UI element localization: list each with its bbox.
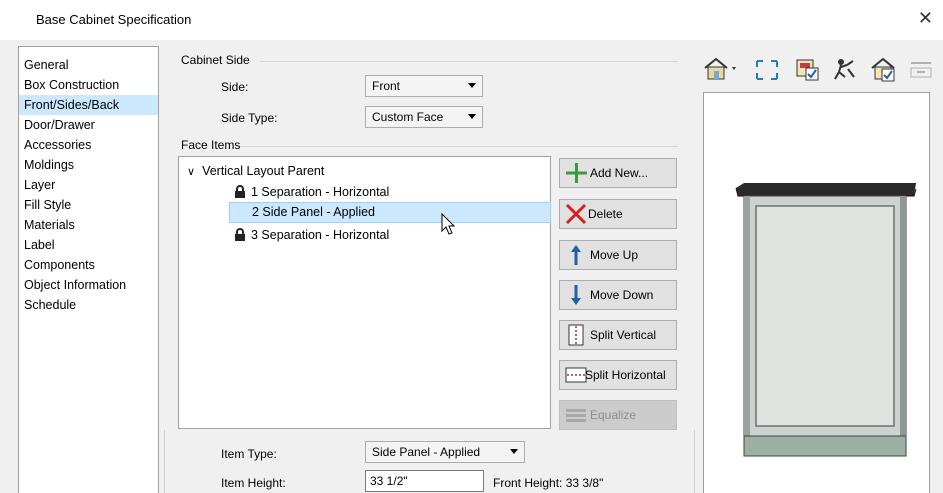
cabinet-3d-preview [735, 183, 917, 457]
tree-item-label: 1 Separation - Horizontal [251, 185, 390, 199]
show-all-icon[interactable] [908, 55, 934, 83]
dropdown-arrow-icon [468, 83, 476, 88]
item-type-label: Item Type: [221, 447, 277, 461]
tree-item-label: 2 Side Panel - Applied [252, 205, 376, 219]
dropdown-arrow-icon [468, 114, 476, 119]
item-type-dropdown[interactable]: Side Panel - Applied [365, 441, 525, 463]
cabinet-side-divider [260, 61, 678, 62]
side-type-dropdown-value: Custom Face [372, 110, 444, 124]
delete-label: Delete [588, 207, 623, 221]
front-height-label: Front Height: 33 3/8" [493, 476, 604, 490]
split-vertical-button[interactable]: Split Vertical [559, 320, 677, 350]
side-label: Side: [221, 80, 249, 94]
delete-button[interactable]: Delete [559, 199, 677, 229]
color-preview-icon[interactable] [870, 55, 898, 83]
nav-item-schedule[interactable]: Schedule [19, 295, 158, 315]
nav-item-moldings[interactable]: Moldings [19, 155, 158, 175]
right-splitter[interactable] [694, 430, 695, 493]
plus-icon [566, 163, 587, 183]
title-bar: Base Cabinet Specification ✕ [0, 0, 943, 40]
move-up-label: Move Up [590, 248, 639, 262]
nav-item-label[interactable]: Label [19, 235, 158, 255]
lock-icon [235, 228, 245, 241]
item-height-input[interactable]: 33 1/2" [365, 470, 484, 492]
arrow-down-icon [571, 285, 581, 305]
nav-item-door-drawer[interactable]: Door/Drawer [19, 115, 158, 135]
nav-item-general[interactable]: General [19, 55, 158, 75]
item-type-dropdown-value: Side Panel - Applied [372, 445, 481, 459]
tree-item-separation-3[interactable]: 3 Separation - Horizontal [235, 225, 389, 246]
cabinet-preview[interactable] [703, 92, 930, 493]
split-vertical-icon [568, 324, 584, 346]
orbit-camera-icon[interactable] [832, 55, 858, 83]
front-height-value: 33 3/8" [565, 476, 604, 490]
face-items-divider [240, 146, 678, 147]
tree-item-label: 3 Separation - Horizontal [251, 228, 390, 242]
equalize-label: Equalize [590, 408, 637, 422]
cabinet-side-group-label: Cabinet Side [181, 53, 250, 67]
mouse-cursor-icon [441, 213, 456, 235]
left-splitter[interactable] [164, 430, 165, 493]
side-dropdown[interactable]: Front [365, 75, 483, 97]
tree-item-separation-1[interactable]: 1 Separation - Horizontal [235, 182, 389, 203]
nav-item-materials[interactable]: Materials [19, 215, 158, 235]
move-down-label: Move Down [590, 288, 654, 302]
dropdown-arrow-icon [510, 449, 518, 454]
nav-item-front-sides-back[interactable]: Front/Sides/Back [19, 95, 158, 115]
item-height-label: Item Height: [221, 476, 286, 490]
arrow-up-icon [571, 245, 581, 265]
side-type-label: Side Type: [221, 111, 278, 125]
nav-item-components[interactable]: Components [19, 255, 158, 275]
fill-window-icon[interactable] [754, 55, 780, 83]
delete-x-icon [565, 203, 587, 225]
window-title: Base Cabinet Specification [36, 12, 192, 27]
face-items-group-label: Face Items [181, 138, 241, 152]
expand-chevron-icon[interactable]: ∨ [187, 166, 195, 178]
nav-item-box-construction[interactable]: Box Construction [19, 75, 158, 95]
side-dropdown-value: Front [372, 79, 401, 93]
tree-item-vertical-layout-parent[interactable]: ∨ Vertical Layout Parent [187, 161, 324, 182]
face-items-tree[interactable]: ∨ Vertical Layout Parent 1 Separation - H… [178, 156, 551, 429]
split-horizontal-button[interactable]: Split Horizontal [559, 360, 677, 390]
tree-item-label: Vertical Layout Parent [202, 164, 325, 178]
show-selected-icon[interactable] [794, 55, 822, 83]
equalize-button[interactable]: Equalize [559, 400, 677, 430]
move-down-button[interactable]: Move Down [559, 280, 677, 310]
render-technique-icon[interactable] [703, 55, 743, 83]
nav-item-accessories[interactable]: Accessories [19, 135, 158, 155]
nav-item-object-information[interactable]: Object Information [19, 275, 158, 295]
close-icon[interactable]: ✕ [918, 9, 933, 27]
side-type-dropdown[interactable]: Custom Face [365, 106, 483, 128]
move-up-button[interactable]: Move Up [559, 240, 677, 270]
nav-item-layer[interactable]: Layer [19, 175, 158, 195]
equalize-icon [566, 409, 586, 422]
split-horizontal-label: Split Horizontal [585, 368, 666, 382]
add-new-button[interactable]: Add New... [559, 158, 677, 188]
split-vertical-label: Split Vertical [590, 328, 657, 342]
nav-item-fill-style[interactable]: Fill Style [19, 195, 158, 215]
tree-item-side-panel-2[interactable]: 2 Side Panel - Applied [229, 202, 551, 223]
category-list[interactable]: General Box Construction Front/Sides/Bac… [18, 46, 159, 493]
add-new-label: Add New... [590, 166, 649, 180]
lock-icon [235, 185, 245, 198]
